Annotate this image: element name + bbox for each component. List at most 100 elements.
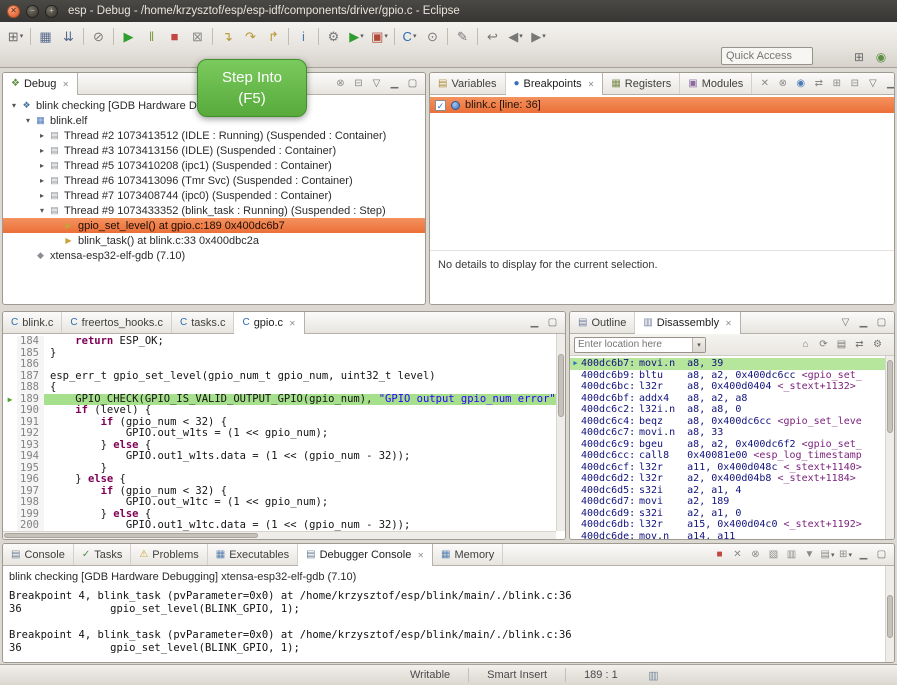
minimize-button[interactable]: ▁ [882,75,895,92]
external-tools-button[interactable]: ▣ [368,25,391,47]
annotations-button[interactable]: ✎ [451,25,474,47]
code-line[interactable]: 199 } else { [3,509,565,521]
console-body[interactable]: blink checking [GDB Hardware Debugging] … [3,566,894,662]
remove-all-terminated-button[interactable]: ⊗ [332,75,349,92]
close-icon[interactable]: ✕ [62,80,69,89]
code-line[interactable]: 191 if (gpio_num < 32) { [3,417,565,429]
remove-launch-button[interactable]: ✕ [729,546,746,563]
code-line[interactable]: 196 } else { [3,474,565,486]
suspend-button[interactable]: ‖ [140,25,163,47]
maximize-button[interactable]: ▢ [404,75,421,92]
maximize-button[interactable]: ▢ [544,314,561,331]
chevron-right-icon[interactable]: ▸ [36,191,48,200]
disassembly-row[interactable]: 400dc6c9:bgeu a8, a2, 0x400dc6f2 <gpio_s… [570,439,894,451]
tab-debugger-console[interactable]: ▤Debugger Console✕ [298,544,433,566]
disassembly-row[interactable]: 400dc6d9:s32i a2, a1, 0 [570,508,894,520]
remove-all-breakpoints-button[interactable]: ⊗ [774,75,791,92]
disassembly-row[interactable]: 400dc6cc:call8 0x40081e00 <esp_log_times… [570,450,894,462]
last-edit-location-button[interactable]: ↩ [481,25,504,47]
disassembly-row[interactable]: 400dc6d5:s32i a2, a1, 4 [570,485,894,497]
chevron-down-icon[interactable]: ▾ [22,116,34,125]
chevron-down-icon[interactable]: ▾ [692,338,705,352]
tab-outline[interactable]: ▤Outline [570,312,635,333]
code-line[interactable]: 185} [3,348,565,360]
disassembly-row[interactable]: 400dc6d7:movi a2, 189 [570,496,894,508]
code-line[interactable]: 192 GPIO.out_w1ts = (1 << gpio_num); [3,428,565,440]
open-perspective-button[interactable]: ⊞ [849,47,869,66]
quick-access-box[interactable] [721,47,813,65]
console-vertical-scrollbar[interactable] [885,566,894,662]
show-breakpoints-supported-button[interactable]: ◉ [792,75,809,92]
maximize-button[interactable]: ▢ [873,546,890,563]
save-button[interactable]: ▦ [34,25,57,47]
code-line[interactable]: 197 if (gpio_num < 32) { [3,486,565,498]
forward-button[interactable]: ▶ [527,25,550,47]
disassembly-row[interactable]: 400dc6bc:l32r a8, 0x400d0404 <_stext+113… [570,381,894,393]
chevron-right-icon[interactable]: ▸ [36,146,48,155]
debug-tree-row[interactable]: ▸Thread #7 1073408744 (ipc0) (Suspended … [3,188,425,203]
window-minimize-button[interactable]: − [26,5,39,18]
code-line[interactable]: 200 GPIO.out1_w1tc.data = (1 << (gpio_nu… [3,520,565,532]
debug-tree-row[interactable]: gpio_set_level() at gpio.c:189 0x400dc6b… [3,218,425,233]
settings-button[interactable]: ⚙ [869,336,886,353]
disassembly-row[interactable]: 400dc6de:mov.n a14, a11 [570,531,894,540]
disassembly-row[interactable]: 400dc6c2:l32i.n a8, a8, 0 [570,404,894,416]
code-line[interactable]: 184 return ESP_OK; [3,336,565,348]
scrollbar-thumb[interactable] [887,360,893,433]
disassembly-row[interactable]: ▶400dc6b7:movi.n a8, 39 [570,358,894,370]
close-icon[interactable]: ✕ [725,319,732,328]
minimize-button[interactable]: ▁ [855,314,872,331]
editor-vertical-scrollbar[interactable] [556,334,565,531]
debug-tree-row[interactable]: blink_task() at blink.c:33 0x400dbc2a [3,233,425,248]
code-line[interactable]: 198 GPIO.out_w1tc = (1 << gpio_num); [3,497,565,509]
debug-tree-row[interactable]: ▾Thread #9 1073433352 (blink_task : Runn… [3,203,425,218]
run-button[interactable]: ▶ [345,25,368,47]
disassembly-row[interactable]: 400dc6c4:beqz a8, 0x400dc6cc <gpio_set_l… [570,416,894,428]
clear-console-button[interactable]: ▧ [765,546,782,563]
debug-tree-row[interactable]: ▸Thread #6 1073413096 (Tmr Svc) (Suspend… [3,173,425,188]
refresh-button[interactable]: ⟳ [815,336,832,353]
disassembly-row[interactable]: 400dc6bf:addx4 a8, a2, a8 [570,393,894,405]
location-combo[interactable]: ▾ [574,337,706,353]
tab-freertos-hooks-c[interactable]: Cfreertos_hooks.c [62,312,172,333]
back-button[interactable]: ◀ [504,25,527,47]
tab-console[interactable]: ▤Console [3,544,74,565]
chevron-right-icon[interactable]: ▸ [36,131,48,140]
tab-memory[interactable]: ▦Memory [433,544,503,565]
tab-modules[interactable]: ▣Modules [680,73,752,94]
window-maximize-button[interactable]: + [45,5,58,18]
chevron-right-icon[interactable]: ▸ [36,161,48,170]
scrollbar-thumb[interactable] [887,595,893,638]
disassembly-vertical-scrollbar[interactable] [885,356,894,539]
tab-problems[interactable]: ⚠Problems [131,544,207,565]
tab-executables[interactable]: ▦Executables [208,544,298,565]
debug-tree-row[interactable]: ▸Thread #2 1073413512 (IDLE : Running) (… [3,128,425,143]
minimize-button[interactable]: ▁ [526,314,543,331]
window-close-button[interactable]: ✕ [7,5,20,18]
code-line[interactable]: 193 } else { [3,440,565,452]
scroll-lock-button[interactable]: ▥ [783,546,800,563]
minimize-button[interactable]: ▁ [386,75,403,92]
chevron-right-icon[interactable]: ▸ [36,176,48,185]
tab-tasks-c[interactable]: Ctasks.c [172,312,234,333]
breakpoint-item[interactable]: ✓blink.c [line: 36] [430,97,894,113]
tab-variables[interactable]: ▤Variables [430,73,506,94]
terminate-button[interactable]: ■ [711,546,728,563]
instruction-stepping-button[interactable]: i [292,25,315,47]
disassembly-row[interactable]: 400dc6b9:bltu a8, a2, 0x400dc6cc <gpio_s… [570,370,894,382]
scrollbar-thumb[interactable] [558,354,564,417]
build-button[interactable]: ⚙ [322,25,345,47]
location-input[interactable] [575,339,692,350]
code-line[interactable]: ▶189 GPIO_CHECK(GPIO_IS_VALID_OUTPUT_GPI… [3,394,565,406]
home-button[interactable]: ⌂ [797,336,814,353]
disassembly-row[interactable]: 400dc6cf:l32r a11, 0x400d048c <_stext+11… [570,462,894,474]
close-icon[interactable]: ✕ [417,551,424,560]
link-with-debug-view-button[interactable]: ⇄ [810,75,827,92]
sync-with-active-context-button[interactable]: ⇄ [851,336,868,353]
step-over-button[interactable]: ↷ [239,25,262,47]
tab-tasks[interactable]: ✓Tasks [74,544,132,565]
tab-gpio-c[interactable]: Cgpio.c✕ [234,312,304,334]
disassembly-row[interactable]: 400dc6c7:movi.n a8, 33 [570,427,894,439]
debug-tree-row[interactable]: xtensa-esp32-elf-gdb (7.10) [3,248,425,263]
chevron-down-icon[interactable]: ▾ [8,101,20,110]
